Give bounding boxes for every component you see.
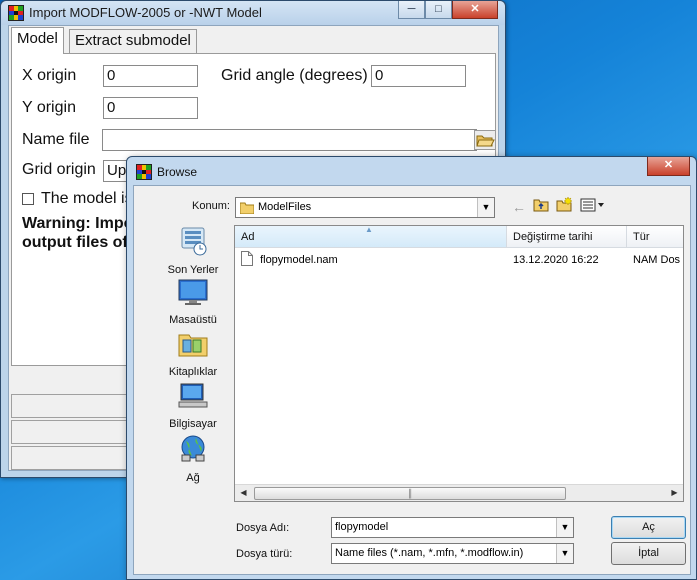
minimize-icon: ─: [407, 3, 416, 15]
location-label: Konum:: [192, 200, 230, 212]
column-header-name[interactable]: Ad ▲: [235, 226, 507, 248]
cancel-button[interactable]: İptal: [611, 542, 686, 565]
places-bar: Son Yerler Masaüstü Kitaplıklar Bilgisay…: [155, 225, 231, 489]
scrollbar-thumb[interactable]: ║: [254, 487, 566, 500]
scroll-right-icon[interactable]: ▶: [666, 485, 683, 501]
place-recent[interactable]: Son Yerler: [155, 225, 231, 276]
view-menu-icon[interactable]: [580, 198, 606, 215]
x-origin-input[interactable]: 0: [103, 65, 198, 87]
open-folder-icon: [476, 135, 495, 147]
model-checkbox-label: The model is: [41, 190, 133, 207]
file-name: flopymodel.nam: [260, 254, 338, 266]
place-label-libraries: Kitaplıklar: [168, 366, 218, 378]
place-computer[interactable]: Bilgisayar: [155, 381, 231, 430]
network-icon: [181, 435, 205, 462]
open-button[interactable]: Aç: [611, 516, 686, 539]
tab-extract-submodel[interactable]: Extract submodel: [69, 29, 197, 53]
place-label-network: Ağ: [186, 472, 200, 484]
place-desktop[interactable]: Masaüstü: [155, 277, 231, 326]
file-list[interactable]: Ad ▲ Değiştirme tarihi Tür flopymodel.na…: [234, 225, 684, 502]
folder-icon: [240, 202, 254, 214]
maximize-button[interactable]: □: [425, 1, 452, 19]
main-titlebar[interactable]: Import MODFLOW-2005 or -NWT Model ─ □ ✕: [1, 1, 505, 25]
grid-origin-label: Grid origin: [22, 161, 96, 178]
file-modified: 13.12.2020 16:22: [513, 254, 599, 266]
filetype-label: Dosya türü:: [236, 548, 293, 560]
close-icon: ✕: [663, 159, 674, 171]
location-combo[interactable]: ModelFiles ▼: [235, 197, 495, 218]
model-checkbox[interactable]: [22, 193, 34, 205]
place-libraries[interactable]: Kitaplıklar: [155, 329, 231, 378]
file-icon: [241, 251, 253, 266]
close-icon: ✕: [470, 3, 480, 15]
name-file-label: Name file: [22, 131, 90, 148]
filetype-value: Name files (*.nam, *.mfn, *.modflow.in): [335, 547, 524, 559]
filename-value: flopymodel: [335, 521, 389, 533]
filename-label: Dosya Adı:: [236, 522, 290, 534]
place-label-desktop: Masaüstü: [169, 314, 217, 326]
recent-places-icon: [181, 227, 207, 256]
grid-angle-label: Grid angle (degrees): [221, 67, 368, 84]
filename-input[interactable]: flopymodel ▼: [331, 517, 574, 538]
libraries-icon: [178, 334, 208, 357]
desktop-icon: [178, 279, 208, 305]
horizontal-scrollbar[interactable]: ◀ ║ ▶: [235, 484, 683, 501]
browse-client-area: Konum: ModelFiles ▼ ← Son Yerler Masaüst…: [133, 185, 691, 575]
place-label-computer: Bilgisayar: [169, 418, 217, 430]
dialog-close-button[interactable]: ✕: [647, 157, 690, 176]
filetype-select[interactable]: Name files (*.nam, *.mfn, *.modflow.in) …: [331, 543, 574, 564]
column-header-type[interactable]: Tür: [627, 226, 683, 248]
location-value: ModelFiles: [258, 201, 312, 213]
warning-text-line2: output files of: [22, 234, 128, 251]
place-network[interactable]: Ağ: [155, 433, 231, 484]
new-folder-icon[interactable]: [556, 196, 573, 215]
y-origin-input[interactable]: 0: [103, 97, 198, 119]
browse-dialog: Browse ✕ Konum: ModelFiles ▼ ← Son Yerle…: [126, 156, 697, 580]
browse-titlebar[interactable]: Browse ✕: [127, 157, 696, 185]
back-arrow-icon[interactable]: ←: [512, 199, 526, 215]
x-origin-label: X origin: [22, 67, 77, 84]
tab-model[interactable]: Model: [11, 27, 64, 54]
app-icon: [8, 5, 24, 21]
file-row[interactable]: flopymodel.nam: [241, 250, 501, 270]
warning-text-line1: Warning: Impo: [22, 215, 134, 232]
column-header-name-label: Ad: [241, 231, 255, 243]
browse-dialog-title: Browse: [157, 165, 198, 179]
grid-angle-input[interactable]: 0: [371, 65, 466, 87]
dialog-app-icon: [136, 164, 152, 180]
up-folder-icon[interactable]: [533, 198, 549, 215]
computer-icon: [178, 383, 208, 408]
chevron-down-icon[interactable]: ▼: [477, 198, 494, 217]
minimize-button[interactable]: ─: [398, 1, 425, 19]
place-label-recent: Son Yerler: [167, 264, 219, 276]
maximize-icon: □: [435, 3, 442, 15]
name-file-browse-button[interactable]: [474, 130, 496, 150]
y-origin-label: Y origin: [22, 99, 76, 116]
column-header-modified[interactable]: Değiştirme tarihi: [507, 226, 627, 248]
sort-arrow-icon: ▲: [365, 226, 373, 234]
file-type: NAM Dos: [633, 254, 681, 266]
chevron-down-icon[interactable]: ▼: [556, 518, 573, 537]
scroll-left-icon[interactable]: ◀: [235, 485, 252, 501]
close-button[interactable]: ✕: [452, 1, 498, 19]
chevron-down-icon[interactable]: ▼: [556, 544, 573, 563]
main-window-title: Import MODFLOW-2005 or -NWT Model: [29, 5, 262, 20]
name-file-input[interactable]: [102, 129, 477, 151]
